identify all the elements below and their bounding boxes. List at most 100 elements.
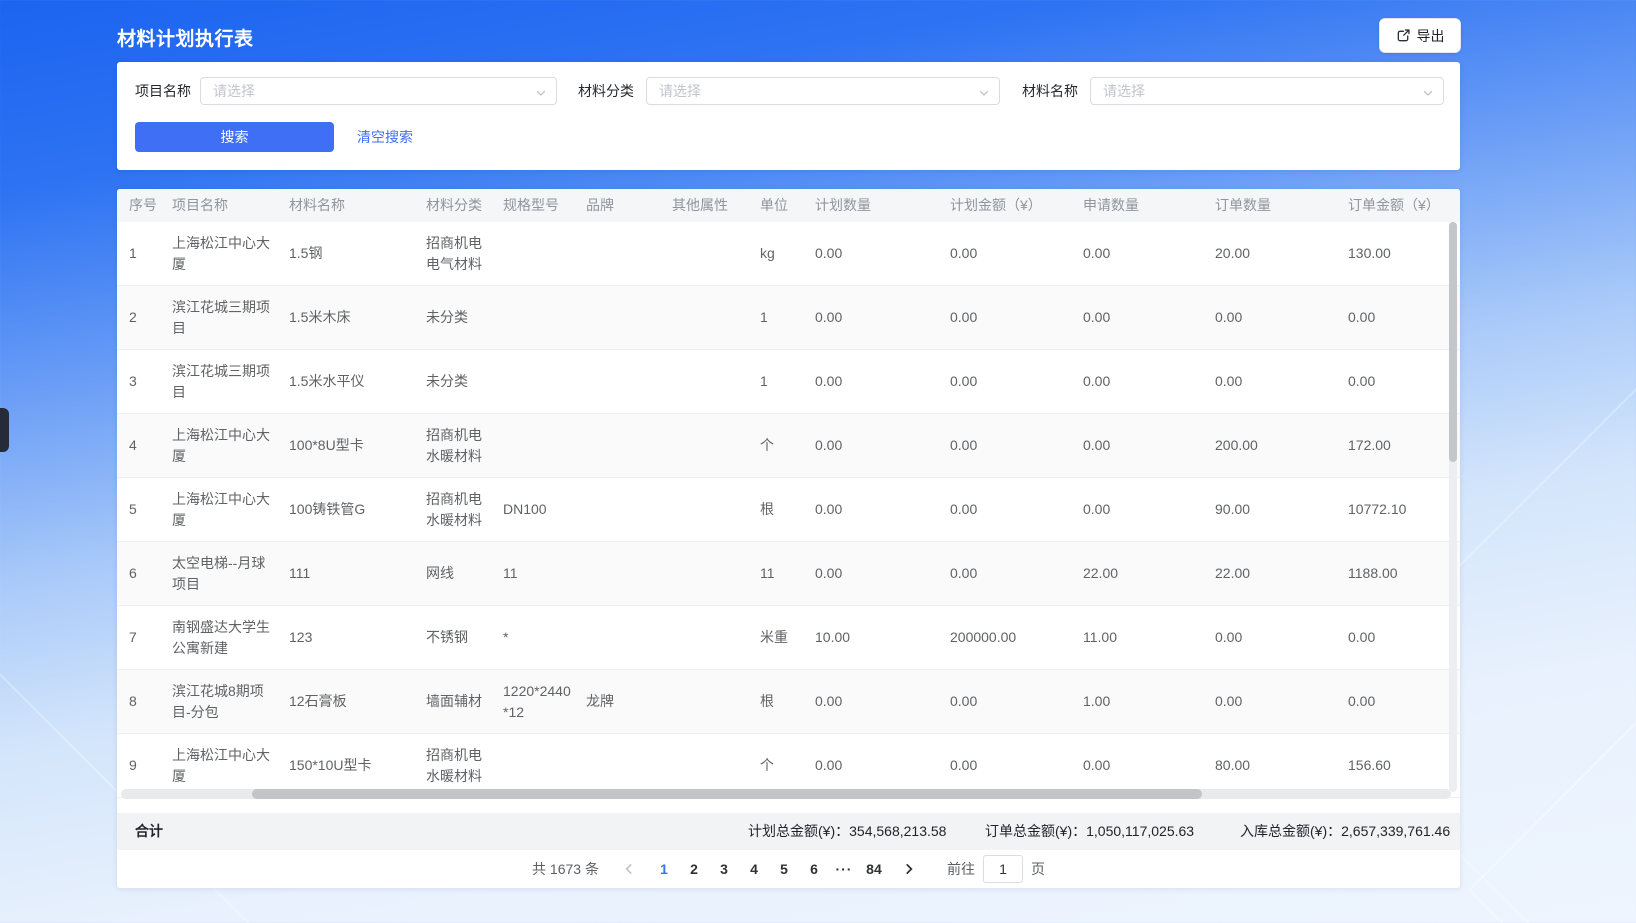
column-header: 品牌 [586, 189, 672, 222]
table-cell [503, 350, 586, 413]
table-cell: 招商机电水暖材料 [426, 414, 503, 477]
table-cell: 10.00 [815, 606, 950, 669]
table-cell: 滨江花城三期项目 [172, 286, 289, 349]
summary-total-label: 合计 [135, 813, 163, 850]
table-cell: 4 [117, 414, 172, 477]
table-cell: 3 [117, 350, 172, 413]
table-cell: 招商机电电气材料 [426, 222, 503, 285]
column-header: 申请数量 [1083, 189, 1215, 222]
filter-label-material-name: 材料名称 [1022, 77, 1078, 105]
table-cell: 90.00 [1215, 478, 1348, 541]
table-cell: 22.00 [1083, 542, 1215, 605]
table-cell: 南钢盛达大学生公寓新建 [172, 606, 289, 669]
column-header: 单位 [760, 189, 815, 222]
table-cell: 7 [117, 606, 172, 669]
table-cell [586, 286, 672, 349]
column-header: 计划数量 [815, 189, 950, 222]
table-cell: 0.00 [1083, 478, 1215, 541]
table-cell: 1.5钢 [289, 222, 426, 285]
goto-page-input[interactable] [983, 855, 1023, 883]
horizontal-scrollbar-thumb[interactable] [252, 789, 1202, 799]
page-number-2[interactable]: 2 [679, 861, 709, 877]
material-category-select[interactable]: 请选择 [646, 77, 1000, 105]
table-cell: 0.00 [815, 734, 950, 797]
chevron-left-icon[interactable] [617, 857, 641, 881]
chevron-right-icon[interactable] [897, 857, 921, 881]
page-number-3[interactable]: 3 [709, 861, 739, 877]
table-cell: 200000.00 [950, 606, 1083, 669]
table-cell: 墙面辅材 [426, 670, 503, 733]
page-number-84[interactable]: 84 [859, 861, 889, 877]
page-number-1[interactable]: 1 [649, 861, 679, 877]
table-cell: 0.00 [950, 478, 1083, 541]
table-cell: 0.00 [950, 542, 1083, 605]
column-header: 材料分类 [426, 189, 503, 222]
table-cell: 100*8U型卡 [289, 414, 426, 477]
chevron-down-icon [1422, 86, 1434, 102]
column-header: 订单数量 [1215, 189, 1348, 222]
page-title: 材料计划执行表 [117, 24, 254, 51]
table-cell: 2 [117, 286, 172, 349]
filter-label-project: 项目名称 [135, 77, 191, 105]
search-button[interactable]: 搜索 [135, 122, 334, 152]
table-cell [586, 350, 672, 413]
table-cell: 11 [760, 542, 815, 605]
table-cell: 0.00 [950, 670, 1083, 733]
project-name-select[interactable]: 请选择 [200, 77, 557, 105]
vertical-scrollbar-thumb[interactable] [1449, 222, 1457, 462]
table-row: 7南钢盛达大学生公寓新建123不锈钢*米重10.00200000.0011.00… [117, 606, 1460, 670]
table-cell: 0.00 [1215, 670, 1348, 733]
table-cell [586, 478, 672, 541]
table-cell: 0.00 [815, 414, 950, 477]
table-cell: 滨江花城三期项目 [172, 350, 289, 413]
material-plan-table: 序号项目名称材料名称材料分类规格型号品牌其他属性单位计划数量计划金额（¥）申请数… [117, 189, 1460, 888]
table-cell: 0.00 [815, 670, 950, 733]
page-number-5[interactable]: 5 [769, 861, 799, 877]
table-cell [672, 222, 760, 285]
table-body: 1上海松江中心大厦1.5钢招商机电电气材料kg0.000.000.0020.00… [117, 222, 1460, 800]
table-cell: 上海松江中心大厦 [172, 222, 289, 285]
chevron-down-icon [535, 86, 547, 102]
table-cell: 1 [760, 286, 815, 349]
pagination-bar: 共 1673 条 123456···84 前往 页 [117, 850, 1460, 888]
column-header: 订单金额（¥） [1348, 189, 1460, 222]
page-number-4[interactable]: 4 [739, 861, 769, 877]
filter-label-material-category: 材料分类 [578, 77, 634, 105]
table-cell [586, 222, 672, 285]
pagination-ellipsis: ··· [829, 861, 859, 877]
export-button[interactable]: 导出 [1379, 18, 1461, 53]
select-placeholder: 请选择 [659, 81, 701, 101]
sidebar-collapse-handle[interactable] [0, 408, 9, 452]
table-cell: 米重 [760, 606, 815, 669]
table-cell: 0.00 [1083, 414, 1215, 477]
table-cell: 招商机电水暖材料 [426, 734, 503, 797]
table-cell: 不锈钢 [426, 606, 503, 669]
table-cell: 0.00 [1348, 286, 1460, 349]
table-cell: 200.00 [1215, 414, 1348, 477]
table-row: 2滨江花城三期项目1.5米木床未分类10.000.000.000.000.00 [117, 286, 1460, 350]
table-row: 4上海松江中心大厦100*8U型卡招商机电水暖材料个0.000.000.0020… [117, 414, 1460, 478]
select-placeholder: 请选择 [1103, 81, 1145, 101]
table-cell [672, 414, 760, 477]
clear-search-link[interactable]: 清空搜索 [357, 122, 413, 152]
table-cell: 1220*2440*12 [503, 670, 586, 733]
page-number-6[interactable]: 6 [799, 861, 829, 877]
pagination-total-count: 共 1673 条 [532, 859, 599, 879]
table-cell: 1 [760, 350, 815, 413]
table-cell: 0.00 [1348, 606, 1460, 669]
material-name-select[interactable]: 请选择 [1090, 77, 1444, 105]
table-cell: 根 [760, 478, 815, 541]
table-cell: 1.5米木床 [289, 286, 426, 349]
table-cell [672, 542, 760, 605]
table-cell: kg [760, 222, 815, 285]
table-cell: 1.00 [1083, 670, 1215, 733]
table-cell: * [503, 606, 586, 669]
background-decoration [1468, 678, 1636, 923]
table-cell [672, 350, 760, 413]
table-cell [503, 734, 586, 797]
table-cell: 0.00 [950, 350, 1083, 413]
filter-panel: 项目名称 请选择 材料分类 请选择 材料名称 请选择 搜索 清空搜索 [117, 62, 1460, 170]
pagination-pages: 123456···84 [649, 861, 889, 877]
table-cell: 0.00 [950, 222, 1083, 285]
table-cell: DN100 [503, 478, 586, 541]
